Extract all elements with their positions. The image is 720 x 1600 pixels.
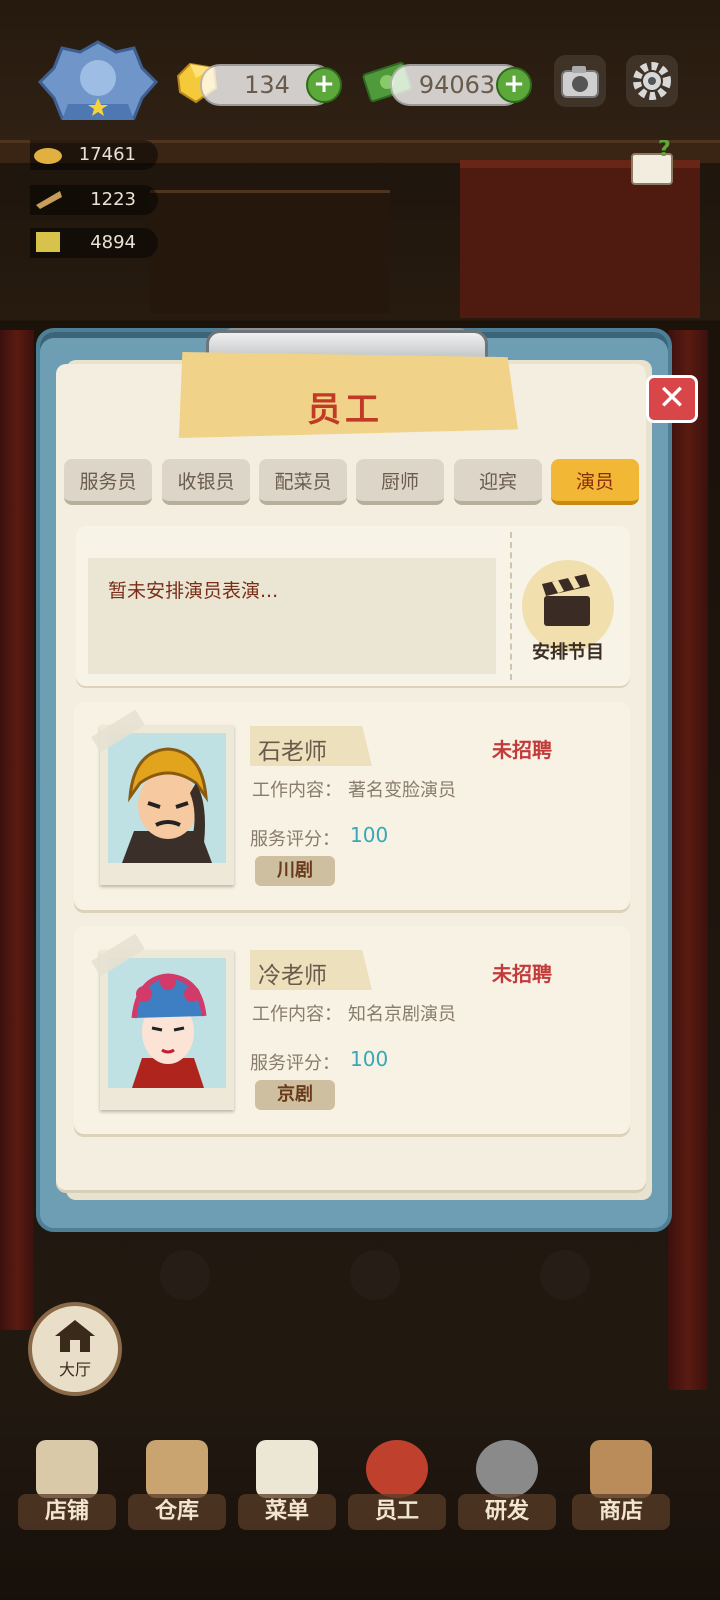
- nav-shop-label: 商店: [572, 1494, 670, 1530]
- nav-research-label: 研发: [458, 1494, 556, 1530]
- stat-value: 1223: [90, 189, 136, 210]
- opera-type-tag: 川剧: [255, 856, 335, 886]
- nav-staff-label: 员工: [348, 1494, 446, 1530]
- score-label: 服务评分：: [250, 829, 340, 850]
- add-cash-button[interactable]: +: [496, 67, 532, 103]
- job-description: 知名京剧演员: [348, 1004, 456, 1025]
- wok-icon: [476, 1440, 538, 1498]
- tab-chef[interactable]: 厨师: [356, 459, 444, 505]
- dialog-title: 员工: [307, 390, 383, 430]
- portrait-frame: [108, 733, 226, 863]
- camera-icon: [561, 66, 599, 98]
- stat-value: 17461: [78, 144, 136, 165]
- nav-store[interactable]: 店铺: [18, 1432, 116, 1532]
- staff-portrait: [100, 950, 234, 1110]
- staff-avatar-icon: [366, 1440, 428, 1498]
- arrange-show-label[interactable]: 安排节目: [520, 638, 616, 664]
- pot-icon: [30, 138, 66, 168]
- nav-menu-label: 菜单: [238, 1494, 336, 1530]
- stat-value: 4894: [90, 232, 136, 253]
- hall-label[interactable]: 大厅: [28, 1356, 122, 1380]
- shop-icon: [590, 1440, 652, 1498]
- ticket-icon: [30, 226, 66, 256]
- tab-waiter[interactable]: 服务员: [64, 459, 152, 505]
- hire-status[interactable]: 未招聘: [492, 958, 552, 987]
- add-gems-button[interactable]: +: [306, 67, 342, 103]
- nav-menu[interactable]: 菜单: [238, 1432, 336, 1532]
- level-badge-icon[interactable]: [38, 38, 158, 128]
- tab-performer[interactable]: 演员: [551, 459, 639, 505]
- tab-prep-cook[interactable]: 配菜员: [259, 459, 347, 505]
- staff-name: 冷老师: [258, 963, 327, 989]
- face-changing-actor-portrait: [122, 747, 212, 863]
- nav-store-label: 店铺: [18, 1494, 116, 1530]
- gear-icon: [633, 62, 671, 100]
- nav-staff[interactable]: 员工: [348, 1432, 446, 1532]
- score-label: 服务评分：: [250, 1053, 340, 1074]
- close-button[interactable]: ✕: [646, 375, 698, 423]
- tab-cashier[interactable]: 收银员: [162, 459, 250, 505]
- tab-greeter[interactable]: 迎宾: [454, 459, 542, 505]
- peking-opera-actor-portrait: [131, 973, 207, 1088]
- hall-button[interactable]: [28, 1302, 122, 1396]
- nav-warehouse-label: 仓库: [128, 1494, 226, 1530]
- menu-clipboard-icon: [256, 1440, 318, 1498]
- staff-portrait: [100, 725, 234, 885]
- job-label: 工作内容：: [252, 1004, 342, 1025]
- job-label: 工作内容：: [252, 780, 342, 801]
- notice-divider: [510, 532, 512, 680]
- store-icon: [36, 1440, 98, 1498]
- nav-warehouse[interactable]: 仓库: [128, 1432, 226, 1532]
- nav-shop[interactable]: 商店: [572, 1432, 670, 1532]
- nav-research[interactable]: 研发: [458, 1432, 556, 1532]
- hire-status[interactable]: 未招聘: [492, 734, 552, 763]
- close-icon: ✕: [657, 378, 687, 418]
- service-score: 100: [350, 1047, 389, 1071]
- help-book-icon[interactable]: ?: [628, 140, 680, 188]
- notice-text: 暂未安排演员表演...: [108, 580, 279, 602]
- svg-text:?: ?: [658, 140, 671, 162]
- camera-button[interactable]: [554, 55, 606, 107]
- settings-button[interactable]: [626, 55, 678, 107]
- portrait-frame: [108, 958, 226, 1088]
- warehouse-box-icon: [146, 1440, 208, 1498]
- staff-name: 石老师: [258, 739, 327, 765]
- chef-hat-icon: [30, 183, 66, 213]
- staff-tabs: 服务员 收银员 配菜员 厨师 迎宾 演员: [64, 459, 644, 507]
- service-score: 100: [350, 823, 389, 847]
- opera-type-tag: 京剧: [255, 1080, 335, 1110]
- job-description: 著名变脸演员: [348, 780, 456, 801]
